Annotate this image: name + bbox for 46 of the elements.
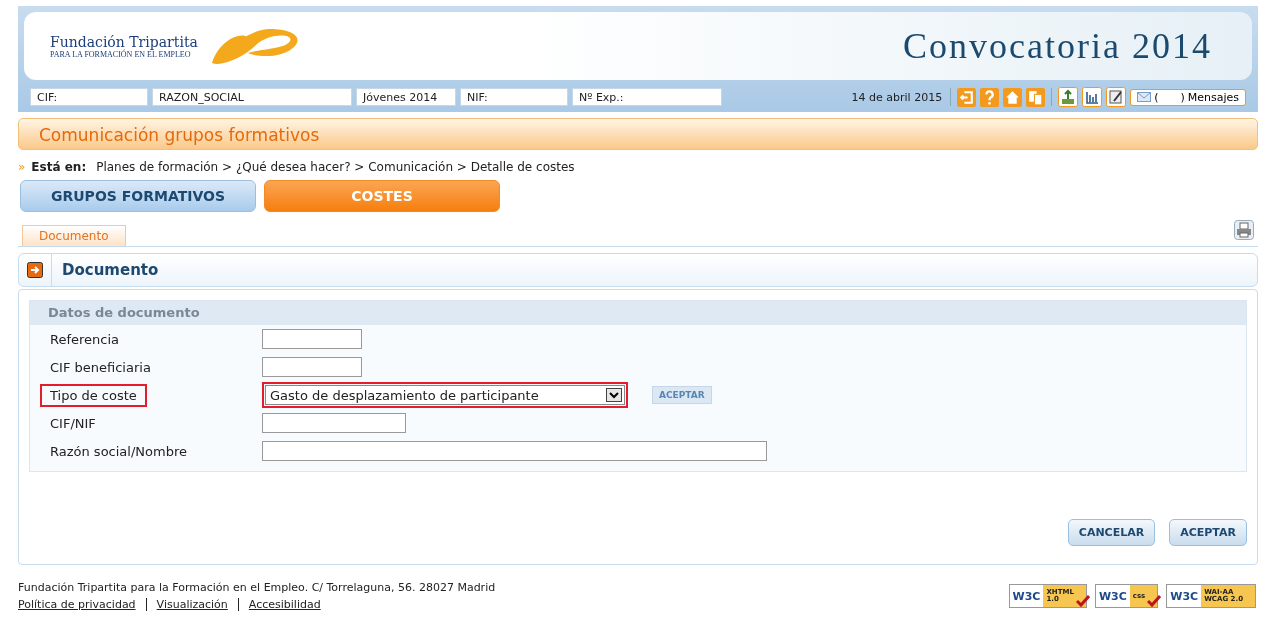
fieldset-title: Datos de documento (30, 301, 1246, 325)
help-icon[interactable] (980, 87, 1000, 107)
cost-type-dropdown[interactable]: Gasto de desplazamiento de participante (265, 385, 625, 405)
home-icon[interactable] (1003, 87, 1023, 107)
exit-icon[interactable] (957, 87, 977, 107)
tab[interactable]: GRUPOS FORMATIVOS (20, 180, 256, 212)
printer-icon[interactable] (1234, 220, 1254, 240)
form-button[interactable]: CANCELAR (1067, 519, 1156, 546)
field-label: Tipo de coste (40, 383, 147, 407)
caret-icon (606, 388, 622, 402)
field-label: CIF/NIF (49, 414, 97, 433)
banner-title: Convocatoria 2014 (903, 25, 1212, 67)
form-button[interactable]: ACEPTAR (1169, 519, 1247, 546)
input-field[interactable] (262, 413, 406, 433)
upload-icon[interactable] (1058, 87, 1079, 107)
input-field[interactable] (262, 329, 362, 349)
field-label: CIF beneficiaria (49, 358, 152, 377)
breadcrumb-label: Está en: (31, 160, 87, 174)
footer-link[interactable]: Accesibilidad (248, 598, 321, 611)
edit-icon[interactable] (1106, 87, 1127, 107)
info-field: Jóvenes 2014 (356, 88, 456, 106)
date-text: 14 de abril 2015 (851, 90, 943, 104)
checkmark-icon (1075, 595, 1090, 607)
footer-link[interactable]: Política de privacidad (18, 598, 136, 611)
field-label: Referencia (49, 330, 121, 349)
checkmark-icon (1147, 595, 1162, 607)
input-field[interactable] (262, 441, 767, 461)
footer-link[interactable]: Visualización (156, 598, 228, 611)
envelope-icon (1137, 92, 1152, 102)
section-title: Comunicación grupos formativos (18, 118, 1258, 150)
field-label: Razón social/Nombre (49, 442, 188, 461)
org-tagline: PARA LA FORMACIÓN EN EL EMPLEO (50, 49, 191, 59)
messages-button[interactable]: ( ) Mensajes (1130, 88, 1246, 106)
bar-chart-icon[interactable] (1082, 87, 1103, 107)
info-field: Nº Exp.: (572, 88, 722, 106)
breadcrumb-marker: » (18, 160, 26, 174)
arrow-right-icon (27, 262, 43, 278)
panel-title: Documento (51, 254, 159, 286)
copy-icon[interactable] (1026, 87, 1046, 107)
info-field: NIF: (460, 88, 568, 106)
footer-address: Fundación Tripartita para la Formación en el Empleo. C/ Torrelaguna, 56. 28027 Madrid (18, 581, 496, 594)
breadcrumb-path: Planes de formación > ¿Qué desea hacer? > Comunicación > Detalle de costes (96, 160, 575, 174)
input-field[interactable] (262, 357, 362, 377)
info-field: RAZON_SOCIAL (152, 88, 352, 106)
info-field: CIF: (30, 88, 148, 106)
org-name: Fundación Tripartita (50, 33, 198, 50)
